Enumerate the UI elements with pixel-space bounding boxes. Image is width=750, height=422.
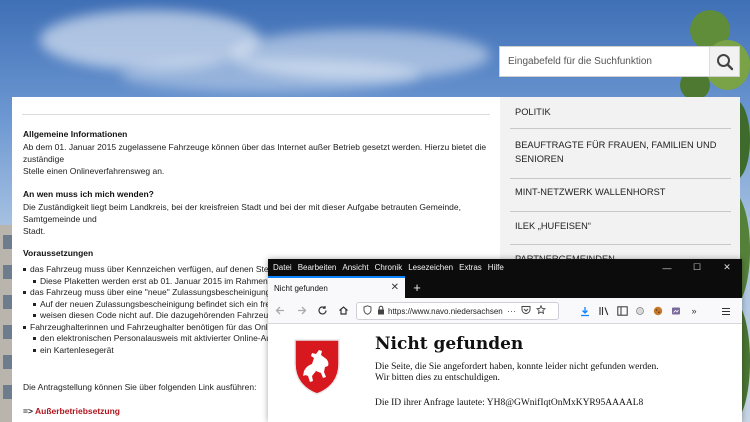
section-heading: An wen muss ich mich wenden?: [23, 189, 154, 199]
tab-nicht-gefunden[interactable]: Nicht gefunden ✕: [268, 276, 405, 298]
nav-item-mint-netzwerk[interactable]: MINT-NETZWERK WALLENHORST: [515, 185, 731, 199]
section-text: Die Zuständigkeit liegt beim Landkreis, …: [23, 201, 489, 237]
extension-icon[interactable]: [632, 302, 648, 320]
bookmark-star-icon[interactable]: [535, 304, 547, 317]
cookie-extension-icon[interactable]: [650, 302, 666, 320]
section-text: Ab dem 01. Januar 2015 zugelassene Fahrz…: [23, 141, 489, 177]
extension-icon-2[interactable]: [668, 302, 684, 320]
text-line: Die Zuständigkeit liegt beim Landkreis, …: [23, 202, 461, 224]
close-tab-icon[interactable]: ✕: [391, 282, 399, 293]
sidebar-icon[interactable]: [614, 302, 630, 320]
menu-bar: Datei Bearbeiten Ansicht Chronik Lesezei…: [268, 259, 742, 276]
url-text: https://www.navo.niedersachsen.de: [388, 306, 503, 316]
pocket-icon[interactable]: [521, 305, 531, 317]
tab-bar: Nicht gefunden ✕ +: [268, 276, 742, 298]
error-text-apology: Wir bitten dies zu entschuldigen.: [375, 373, 500, 383]
link-arrow: =>: [23, 406, 33, 416]
url-bar[interactable]: https://www.navo.niedersachsen.de ···: [356, 302, 559, 320]
niedersachsen-crest-icon: [294, 339, 340, 395]
menu-bearbeiten[interactable]: Bearbeiten: [298, 263, 337, 272]
forward-icon[interactable]: [292, 302, 310, 320]
right-navigation: POLITIK BEAUFTRAGTE FÜR FRAUEN, FAMILIEN…: [500, 97, 740, 267]
search-input[interactable]: [500, 47, 709, 76]
menu-hilfe[interactable]: Hilfe: [488, 263, 504, 272]
tab-title: Nicht gefunden: [274, 283, 328, 293]
section-heading: Voraussetzungen: [23, 248, 94, 258]
nav-item-beauftragte[interactable]: BEAUFTRAGTE FÜR FRAUEN, FAMILIEN UND SEN…: [515, 138, 731, 166]
overflow-chevron-icon[interactable]: »: [686, 302, 702, 320]
new-tab-icon[interactable]: +: [405, 276, 429, 298]
text-line: Stelle einen Onlineverfahrensweg an.: [23, 166, 165, 176]
more-actions-icon[interactable]: ···: [507, 306, 516, 316]
link-line: => Außerbetriebsetzung: [23, 406, 120, 416]
text-line: Stadt.: [23, 226, 46, 236]
reload-icon[interactable]: [313, 302, 331, 320]
request-id-text: Die ID ihrer Anfrage lautete: YH8@GWnifI…: [375, 398, 644, 408]
section-heading: Allgemeine Informationen: [23, 129, 128, 139]
ausserbetriebsetzung-link[interactable]: Außerbetriebsetzung: [35, 406, 120, 416]
menu-lesezeichen[interactable]: Lesezeichen: [408, 263, 453, 272]
shield-icon[interactable]: [363, 305, 372, 317]
download-icon[interactable]: [577, 302, 593, 320]
nav-item-politik[interactable]: POLITIK: [515, 105, 731, 119]
error-heading: Nicht gefunden: [375, 334, 524, 354]
maximize-icon[interactable]: ☐: [682, 259, 712, 276]
library-icon[interactable]: [596, 302, 612, 320]
search-button[interactable]: [709, 47, 739, 76]
close-window-icon[interactable]: ✕: [712, 259, 742, 276]
nav-item-ilek-hufeisen[interactable]: ILEK „HUFEISEN“: [515, 219, 731, 233]
home-icon[interactable]: [334, 302, 352, 320]
navigation-toolbar: https://www.navo.niedersachsen.de ··· »: [268, 298, 742, 324]
search-bar: [499, 46, 740, 77]
minimize-icon[interactable]: —: [652, 259, 682, 276]
error-text: Die Seite, die Sie angefordert haben, ko…: [375, 362, 659, 372]
menu-ansicht[interactable]: Ansicht: [342, 263, 368, 272]
divider: [22, 114, 490, 115]
browser-window: Datei Bearbeiten Ansicht Chronik Lesezei…: [268, 259, 742, 422]
error-page: Nicht gefunden Die Seite, die Sie angefo…: [268, 324, 742, 408]
menu-extras[interactable]: Extras: [459, 263, 482, 272]
back-icon[interactable]: [271, 302, 289, 320]
text-line: Ab dem 01. Januar 2015 zugelassene Fahrz…: [23, 142, 487, 164]
menu-chronik[interactable]: Chronik: [375, 263, 403, 272]
search-icon: [716, 53, 733, 70]
hamburger-menu-icon[interactable]: [718, 302, 734, 320]
lock-icon[interactable]: [377, 305, 385, 317]
menu-datei[interactable]: Datei: [273, 263, 292, 272]
